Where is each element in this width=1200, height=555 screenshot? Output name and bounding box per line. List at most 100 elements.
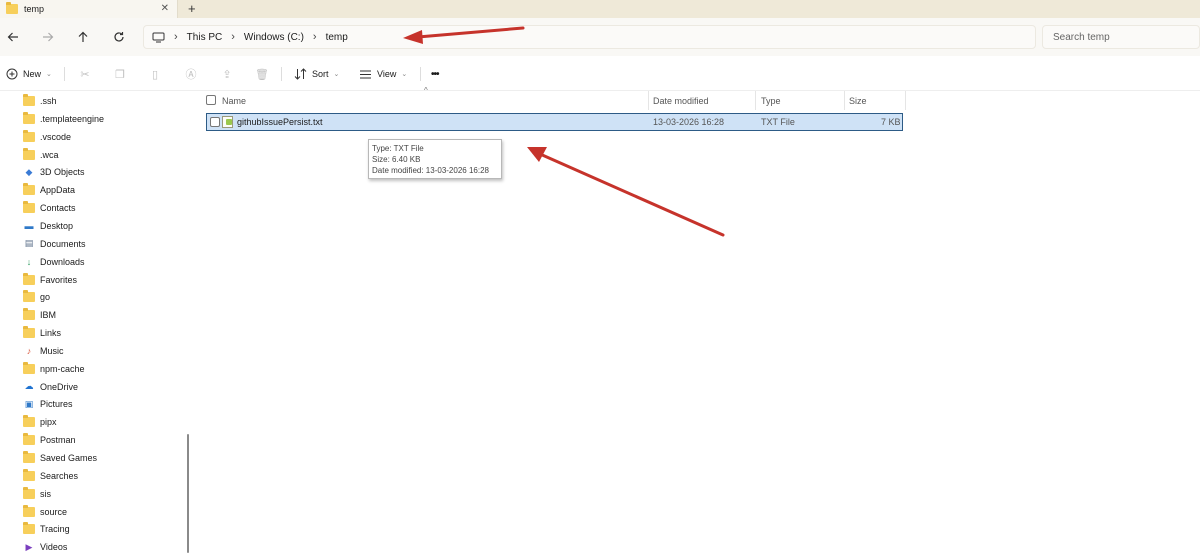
sidebar-item-label: npm-cache: [40, 363, 85, 374]
folder-icon: [23, 129, 35, 142]
sidebar-item-saved-games[interactable]: Saved Games: [23, 450, 97, 466]
sidebar-item-contacts[interactable]: Contacts: [23, 200, 76, 216]
file-size: 7 KB: [881, 117, 901, 127]
sort-button[interactable]: Sort ⌄: [294, 66, 339, 82]
tab-temp[interactable]: temp ✕: [0, 0, 178, 18]
tooltip-size: Size: 6.40 KB: [372, 155, 421, 164]
sidebar-item-links[interactable]: Links: [23, 325, 61, 341]
column-type[interactable]: Type: [755, 91, 845, 110]
search-input[interactable]: Search temp: [1042, 25, 1200, 49]
sidebar-item-favorites[interactable]: Favorites: [23, 272, 77, 288]
breadcrumb-temp[interactable]: temp: [326, 32, 348, 43]
sidebar-item-sis[interactable]: sis: [23, 486, 51, 502]
download-icon: ↓: [26, 256, 32, 267]
rename-icon[interactable]: Ⓐ: [183, 66, 199, 82]
copy-icon[interactable]: ❐: [112, 66, 128, 82]
file-type: TXT File: [761, 117, 795, 127]
forward-button[interactable]: [38, 27, 58, 47]
sidebar-item-label: Music: [40, 345, 64, 356]
sidebar-item-wca[interactable]: .wca: [23, 147, 59, 163]
chevron-down-icon: ⌄: [401, 71, 408, 78]
sidebar-item-label: Searches: [40, 470, 79, 481]
tooltip-date: Date modified: 13-03-2026 16:28: [372, 166, 489, 175]
arrow-left-icon: [7, 32, 18, 42]
arrow-up-icon: [78, 31, 88, 42]
video-icon: ▶: [25, 541, 33, 552]
sidebar-item-ibm[interactable]: IBM: [23, 307, 56, 323]
paste-icon[interactable]: ▯: [147, 66, 163, 82]
sidebar-scrollbar[interactable]: [187, 434, 189, 553]
sidebar-item-vscode[interactable]: .vscode: [23, 129, 71, 145]
sidebar-item-templateengine[interactable]: .templateengine: [23, 111, 104, 127]
sidebar-item-label: 3D Objects: [40, 167, 85, 178]
file-tooltip: Type: TXT File Size: 6.40 KB Date modifi…: [368, 139, 502, 179]
pictures-icon: ▣: [24, 398, 34, 409]
sidebar-item-appdata[interactable]: AppData: [23, 182, 75, 198]
sidebar-item-pipx[interactable]: pipx: [23, 414, 57, 430]
sidebar-item-ssh[interactable]: .ssh: [23, 93, 57, 109]
folder-icon: [23, 111, 35, 124]
tab-bar: temp ✕ +: [0, 0, 1200, 18]
new-button[interactable]: New ⌄: [6, 66, 52, 82]
sidebar-item-go[interactable]: go: [23, 289, 50, 305]
chevron-right-icon: ›: [231, 31, 235, 43]
sidebar-item-searches[interactable]: Searches: [23, 468, 78, 484]
sidebar-item-npm-cache[interactable]: npm-cache: [23, 361, 85, 377]
view-button[interactable]: View ⌄: [359, 66, 407, 82]
cut-icon[interactable]: ✂: [77, 66, 93, 82]
sidebar-item-label: IBM: [40, 310, 57, 321]
chevron-right-icon: ›: [174, 31, 178, 43]
refresh-button[interactable]: [109, 27, 129, 47]
file-name: githubIssuePersist.txt: [237, 117, 323, 127]
breadcrumb-windows-c[interactable]: Windows (C:): [244, 32, 304, 43]
sidebar-item-onedrive[interactable]: ☁ OneDrive: [23, 379, 79, 395]
new-label: New: [23, 69, 42, 79]
column-date-modified[interactable]: Date modified: [647, 91, 756, 110]
sidebar-item-label: pipx: [40, 417, 57, 428]
sidebar-item-desktop[interactable]: ▬ Desktop: [23, 218, 74, 234]
close-icon[interactable]: ✕: [161, 3, 169, 14]
sidebar-item-label: Videos: [40, 542, 68, 553]
new-tab-button[interactable]: +: [188, 1, 196, 16]
sidebar-item-postman[interactable]: Postman: [23, 432, 76, 448]
sidebar-item-label: go: [40, 292, 51, 303]
documents-icon: ▤: [24, 238, 34, 249]
view-label: View: [377, 69, 397, 79]
folder-icon: [23, 290, 35, 303]
divider: [281, 67, 282, 81]
navigation-bar: › This PC › Windows (C:) › temp Search t…: [0, 18, 1200, 56]
view-icon: [360, 70, 371, 78]
back-button[interactable]: [3, 27, 23, 47]
tooltip-type: Type: TXT File: [372, 144, 424, 153]
sidebar-item-pictures[interactable]: ▣ Pictures: [23, 396, 73, 412]
delete-icon[interactable]: 🗑: [254, 66, 270, 82]
file-row[interactable]: githubIssuePersist.txt 13-03-2026 16:28 …: [206, 113, 903, 131]
up-button[interactable]: [73, 27, 93, 47]
column-name[interactable]: Name: [216, 91, 649, 110]
chevron-down-icon: ⌄: [333, 71, 340, 78]
folder-icon: [23, 451, 35, 463]
folder-icon: [23, 433, 35, 446]
sidebar-item-label: Pictures: [40, 399, 73, 410]
sidebar-item-documents[interactable]: ▤ Documents: [23, 236, 86, 252]
folder-icon: [23, 522, 35, 535]
sidebar-item-label: Favorites: [40, 274, 78, 285]
share-icon[interactable]: ⇪: [219, 66, 235, 82]
address-bar[interactable]: › This PC › Windows (C:) › temp: [143, 25, 1036, 49]
row-checkbox[interactable]: [210, 117, 220, 127]
sidebar-item-label: Tracing: [40, 524, 70, 535]
column-size[interactable]: Size: [843, 91, 906, 110]
sort-icon: [294, 68, 307, 80]
sidebar-item-tracing[interactable]: Tracing: [23, 521, 70, 537]
sidebar-item-downloads[interactable]: ↓ Downloads: [23, 254, 85, 270]
sidebar-item-music[interactable]: ♪ Music: [23, 343, 64, 359]
select-all-checkbox[interactable]: [206, 95, 216, 105]
folder-icon: [6, 2, 18, 14]
sidebar-item-label: Downloads: [40, 256, 85, 267]
breadcrumb-this-pc[interactable]: This PC: [187, 32, 223, 43]
more-options-button[interactable]: •••: [431, 66, 439, 82]
sidebar-item-3d-objects[interactable]: ◆ 3D Objects: [23, 164, 85, 180]
sort-label: Sort: [312, 69, 329, 79]
folder-icon: [23, 94, 35, 106]
sidebar-item-source[interactable]: source: [23, 504, 67, 520]
